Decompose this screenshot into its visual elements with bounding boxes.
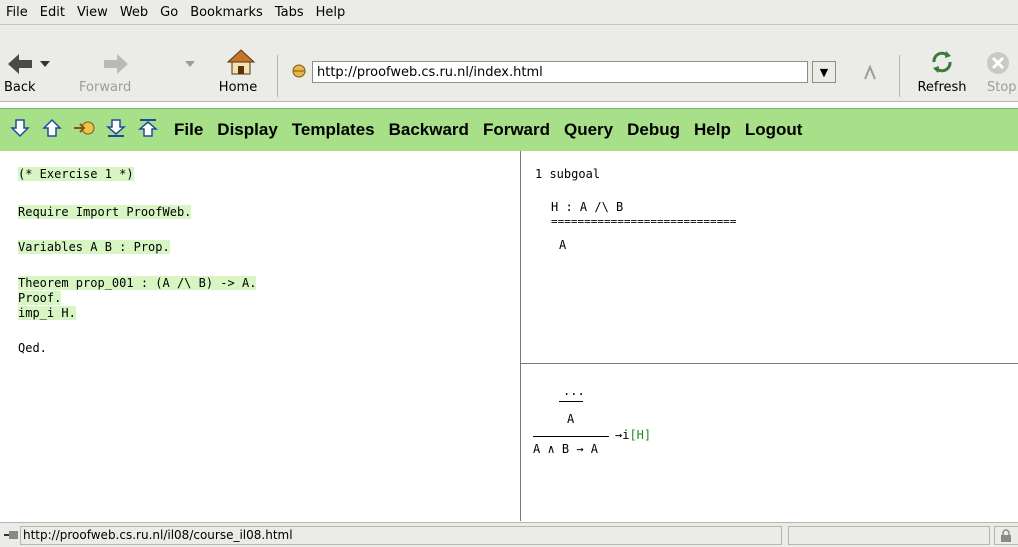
pw-menu-templates[interactable]: Templates bbox=[292, 120, 375, 140]
refresh-button[interactable]: Refresh bbox=[912, 45, 972, 105]
goal-separator: ============================ bbox=[551, 215, 737, 228]
goto-start-icon[interactable] bbox=[136, 118, 160, 143]
tree-mid-formula: A bbox=[567, 412, 575, 426]
go-icon[interactable] bbox=[862, 64, 878, 82]
pw-menu-logout[interactable]: Logout bbox=[745, 120, 803, 140]
stop-icon bbox=[987, 52, 1009, 74]
code-line-proof: Proof. bbox=[18, 291, 62, 305]
refresh-label: Refresh bbox=[917, 80, 967, 95]
tree-rule-line bbox=[533, 436, 609, 437]
tree-rule-name: →i[H] bbox=[615, 428, 652, 442]
goal-formula: A bbox=[559, 238, 567, 252]
menu-bar: File Edit View Web Go Bookmarks Tabs Hel… bbox=[0, 0, 1018, 25]
menu-edit[interactable]: Edit bbox=[34, 5, 71, 20]
pw-menu-forward[interactable]: Forward bbox=[483, 120, 550, 140]
url-history-dropdown[interactable]: ▼ bbox=[812, 61, 836, 83]
stop-label: Stop bbox=[987, 80, 1017, 95]
goto-cursor-icon[interactable] bbox=[72, 118, 96, 143]
code-line-tactic: imp_i H. bbox=[18, 306, 76, 320]
home-button[interactable]: Home bbox=[212, 45, 264, 105]
tree-rule-hyp-label: [H] bbox=[629, 428, 652, 442]
pw-menu-file[interactable]: File bbox=[174, 120, 203, 140]
step-up-icon[interactable] bbox=[40, 118, 64, 143]
pw-menu-display[interactable]: Display bbox=[217, 120, 277, 140]
stop-button[interactable]: Stop bbox=[978, 45, 1018, 105]
pw-menu-backward[interactable]: Backward bbox=[389, 120, 469, 140]
forward-button[interactable]: Forward bbox=[74, 45, 195, 105]
code-line-comment: (* Exercise 1 *) bbox=[18, 167, 134, 181]
proofweb-toolbar: File Display Templates Backward Forward … bbox=[0, 108, 1018, 152]
home-icon bbox=[226, 49, 256, 75]
status-bar: http://proofweb.cs.ru.nl/il08/course_il0… bbox=[0, 522, 1018, 547]
proof-script-editor[interactable]: (* Exercise 1 *) Require Import ProofWeb… bbox=[0, 151, 521, 521]
proof-tree-pane: ... A →i[H] A ∧ B → A bbox=[521, 364, 1018, 521]
tree-inner-rule-line bbox=[559, 401, 583, 402]
status-text-cell: http://proofweb.cs.ru.nl/il08/course_il0… bbox=[20, 526, 782, 545]
hypothesis: H : A /\ B bbox=[551, 200, 624, 214]
forward-label: Forward bbox=[79, 80, 132, 95]
connection-icon bbox=[4, 531, 18, 539]
navigation-toolbar: Back Forward Home http://proofweb.cs.ru.… bbox=[0, 25, 1018, 102]
refresh-icon bbox=[932, 51, 952, 73]
step-down-icon[interactable] bbox=[8, 118, 32, 143]
dropdown-arrow-icon: ▼ bbox=[819, 65, 829, 79]
menu-help[interactable]: Help bbox=[310, 5, 352, 20]
back-dropdown-icon[interactable] bbox=[40, 61, 50, 69]
page-proxy-icon bbox=[292, 64, 306, 78]
security-cell bbox=[994, 526, 1018, 545]
url-text: http://proofweb.cs.ru.nl/index.html bbox=[317, 64, 543, 80]
code-line-require: Require Import ProofWeb. bbox=[18, 205, 192, 219]
menu-tabs[interactable]: Tabs bbox=[269, 5, 310, 20]
tree-open-goal: ... bbox=[563, 384, 585, 398]
forward-arrow-icon bbox=[104, 54, 128, 74]
menu-bookmarks[interactable]: Bookmarks bbox=[184, 5, 269, 20]
pw-menu-help[interactable]: Help bbox=[694, 120, 731, 140]
pw-menu-query[interactable]: Query bbox=[564, 120, 613, 140]
menu-go[interactable]: Go bbox=[154, 5, 184, 20]
forward-dropdown-icon[interactable] bbox=[185, 61, 195, 69]
progress-cell bbox=[788, 526, 990, 545]
status-url: http://proofweb.cs.ru.nl/il08/course_il0… bbox=[23, 528, 293, 542]
subgoal-count: 1 subgoal bbox=[535, 167, 601, 181]
back-arrow-icon bbox=[8, 54, 32, 74]
back-label: Back bbox=[4, 80, 36, 95]
url-input[interactable]: http://proofweb.cs.ru.nl/index.html bbox=[312, 61, 808, 83]
goto-end-icon[interactable] bbox=[104, 118, 128, 143]
toolbar-divider-2 bbox=[899, 55, 900, 97]
menu-file[interactable]: File bbox=[0, 5, 34, 20]
home-label: Home bbox=[218, 80, 258, 95]
code-line-variables: Variables A B : Prop. bbox=[18, 240, 170, 254]
goals-pane: 1 subgoal H : A /\ B ===================… bbox=[521, 151, 1018, 364]
toolbar-divider bbox=[277, 55, 278, 97]
tree-conclusion: A ∧ B → A bbox=[533, 442, 599, 456]
menu-view[interactable]: View bbox=[71, 5, 114, 20]
code-line-theorem: Theorem prop_001 : (A /\ B) -> A. bbox=[18, 276, 257, 290]
menu-web[interactable]: Web bbox=[114, 5, 154, 20]
back-button[interactable]: Back bbox=[2, 45, 52, 105]
padlock-icon bbox=[1001, 529, 1011, 542]
pw-menu-debug[interactable]: Debug bbox=[627, 120, 680, 140]
code-line-qed: Qed. bbox=[18, 341, 47, 355]
